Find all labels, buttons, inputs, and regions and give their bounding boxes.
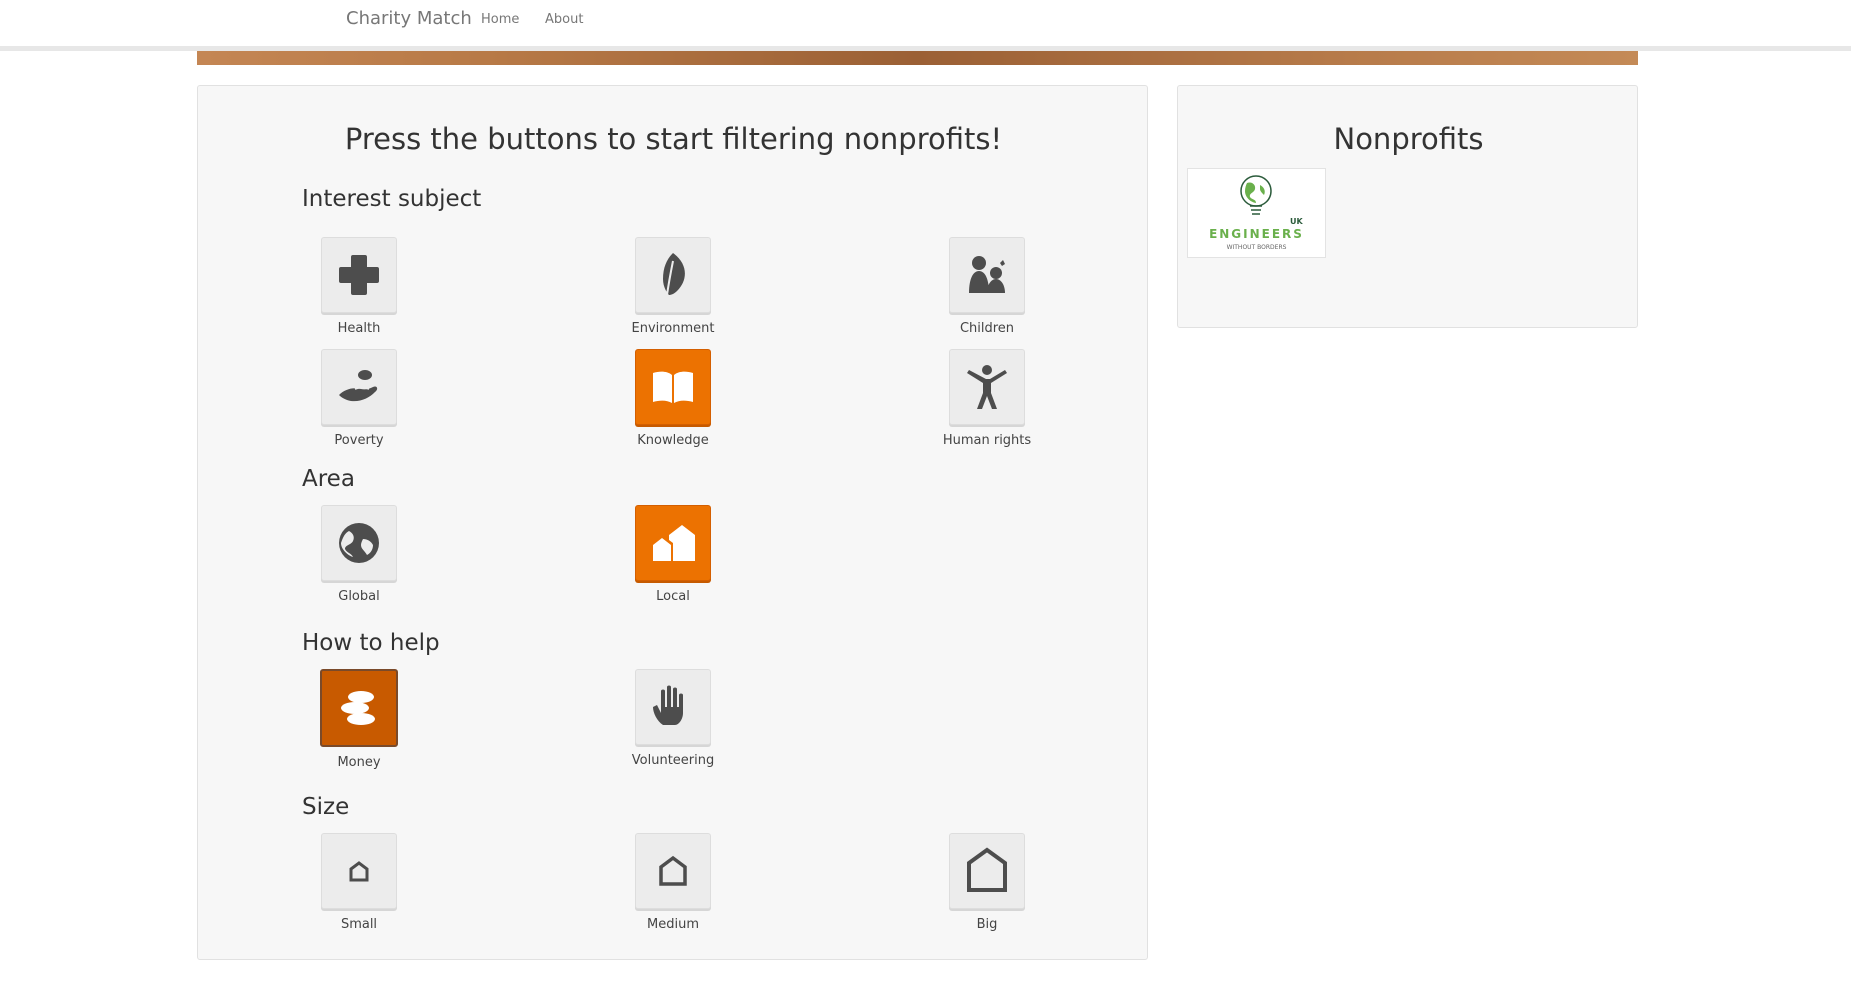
filter-label: Children <box>959 321 1015 336</box>
filter-panel-title: Press the buttons to start filtering non… <box>344 122 1003 156</box>
hand-coin-icon <box>339 370 378 402</box>
filter-knowledge-button[interactable]: Knowledge <box>613 349 733 448</box>
lightbulb-globe-logo <box>1240 175 1272 215</box>
brand-link[interactable]: Charity Match <box>346 8 472 29</box>
filter-panel: Press the buttons to start filtering non… <box>197 85 1148 960</box>
children-icon <box>969 256 1005 293</box>
houses-icon <box>653 525 695 561</box>
hero-image-strip <box>197 51 1638 65</box>
filter-label: Big <box>976 917 998 932</box>
logo-uk-tag: UK <box>1290 217 1303 226</box>
logo-subtitle: WITHOUT BORDERS <box>1226 244 1287 251</box>
nav-home-link[interactable]: Home <box>481 12 519 27</box>
house-outline-small-icon <box>349 861 369 882</box>
nonprofit-card[interactable]: UK ENGINEERS WITHOUT BORDERS <box>1187 168 1326 258</box>
house-outline-big-icon <box>967 847 1007 892</box>
filter-label: Knowledge <box>637 433 709 448</box>
globe-icon <box>339 523 379 563</box>
filter-medium-button[interactable]: Medium <box>613 833 733 932</box>
section-title-how-to-help: How to help <box>302 630 440 656</box>
open-book-icon <box>653 371 693 403</box>
filter-children-button[interactable]: Children <box>927 237 1047 336</box>
nonprofits-panel: Nonprofits UK ENGINEERS WITHOUT BORDERS <box>1177 85 1638 328</box>
section-title-area: Area <box>302 466 355 492</box>
filter-label: Global <box>338 589 380 604</box>
filter-label: Health <box>337 321 381 336</box>
leaf-icon <box>663 253 685 296</box>
filter-label: Environment <box>631 321 715 336</box>
filter-label: Money <box>337 755 381 770</box>
filter-label: Small <box>340 917 378 932</box>
coins-icon <box>341 691 375 725</box>
filter-big-button[interactable]: Big <box>927 833 1047 932</box>
filter-local-button[interactable]: Local <box>613 505 733 604</box>
nav-about-link[interactable]: About <box>545 12 583 27</box>
filter-small-button[interactable]: Small <box>299 833 419 932</box>
logo-wordmark: ENGINEERS <box>1209 227 1304 241</box>
filter-label: Poverty <box>334 433 384 448</box>
health-cross-icon <box>339 255 379 295</box>
filter-volunteering-button[interactable]: Volunteering <box>613 669 733 768</box>
filter-global-button[interactable]: Global <box>299 505 419 604</box>
person-arms-up-icon <box>967 365 1007 409</box>
filter-label: Medium <box>647 917 699 932</box>
filter-label: Human rights <box>942 433 1032 448</box>
house-outline-medium-icon <box>659 855 687 886</box>
top-navbar: Charity Match Home About <box>0 0 1851 51</box>
filter-money-button[interactable]: Money <box>299 669 419 770</box>
filter-poverty-button[interactable]: Poverty <box>299 349 419 448</box>
filter-label: Local <box>656 589 690 604</box>
nonprofits-title: Nonprofits <box>1333 122 1484 156</box>
section-title-interest: Interest subject <box>302 186 482 212</box>
filter-health-button[interactable]: Health <box>299 237 419 336</box>
hand-raised-icon <box>653 685 683 725</box>
filter-environment-button[interactable]: Environment <box>613 237 733 336</box>
filter-label: Volunteering <box>631 753 715 768</box>
section-title-size: Size <box>302 794 350 820</box>
filter-human-rights-button[interactable]: Human rights <box>927 349 1047 448</box>
